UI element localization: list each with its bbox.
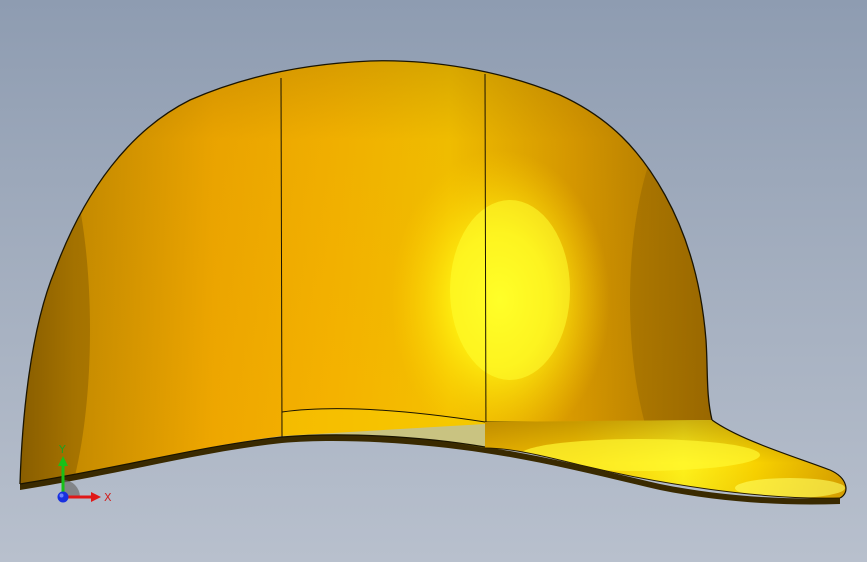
triad-x-arrow	[91, 492, 101, 502]
triad-x-label: X	[104, 491, 112, 504]
triad-y-arrow	[58, 456, 68, 466]
cap-brim[interactable]	[484, 418, 855, 508]
cap-model[interactable]	[0, 0, 867, 562]
graphics-viewport[interactable]: Y X	[0, 0, 867, 562]
triad-y-label: Y	[58, 443, 66, 456]
coordinate-triad: Y X	[57, 443, 112, 504]
triad-z-axis	[57, 491, 69, 503]
